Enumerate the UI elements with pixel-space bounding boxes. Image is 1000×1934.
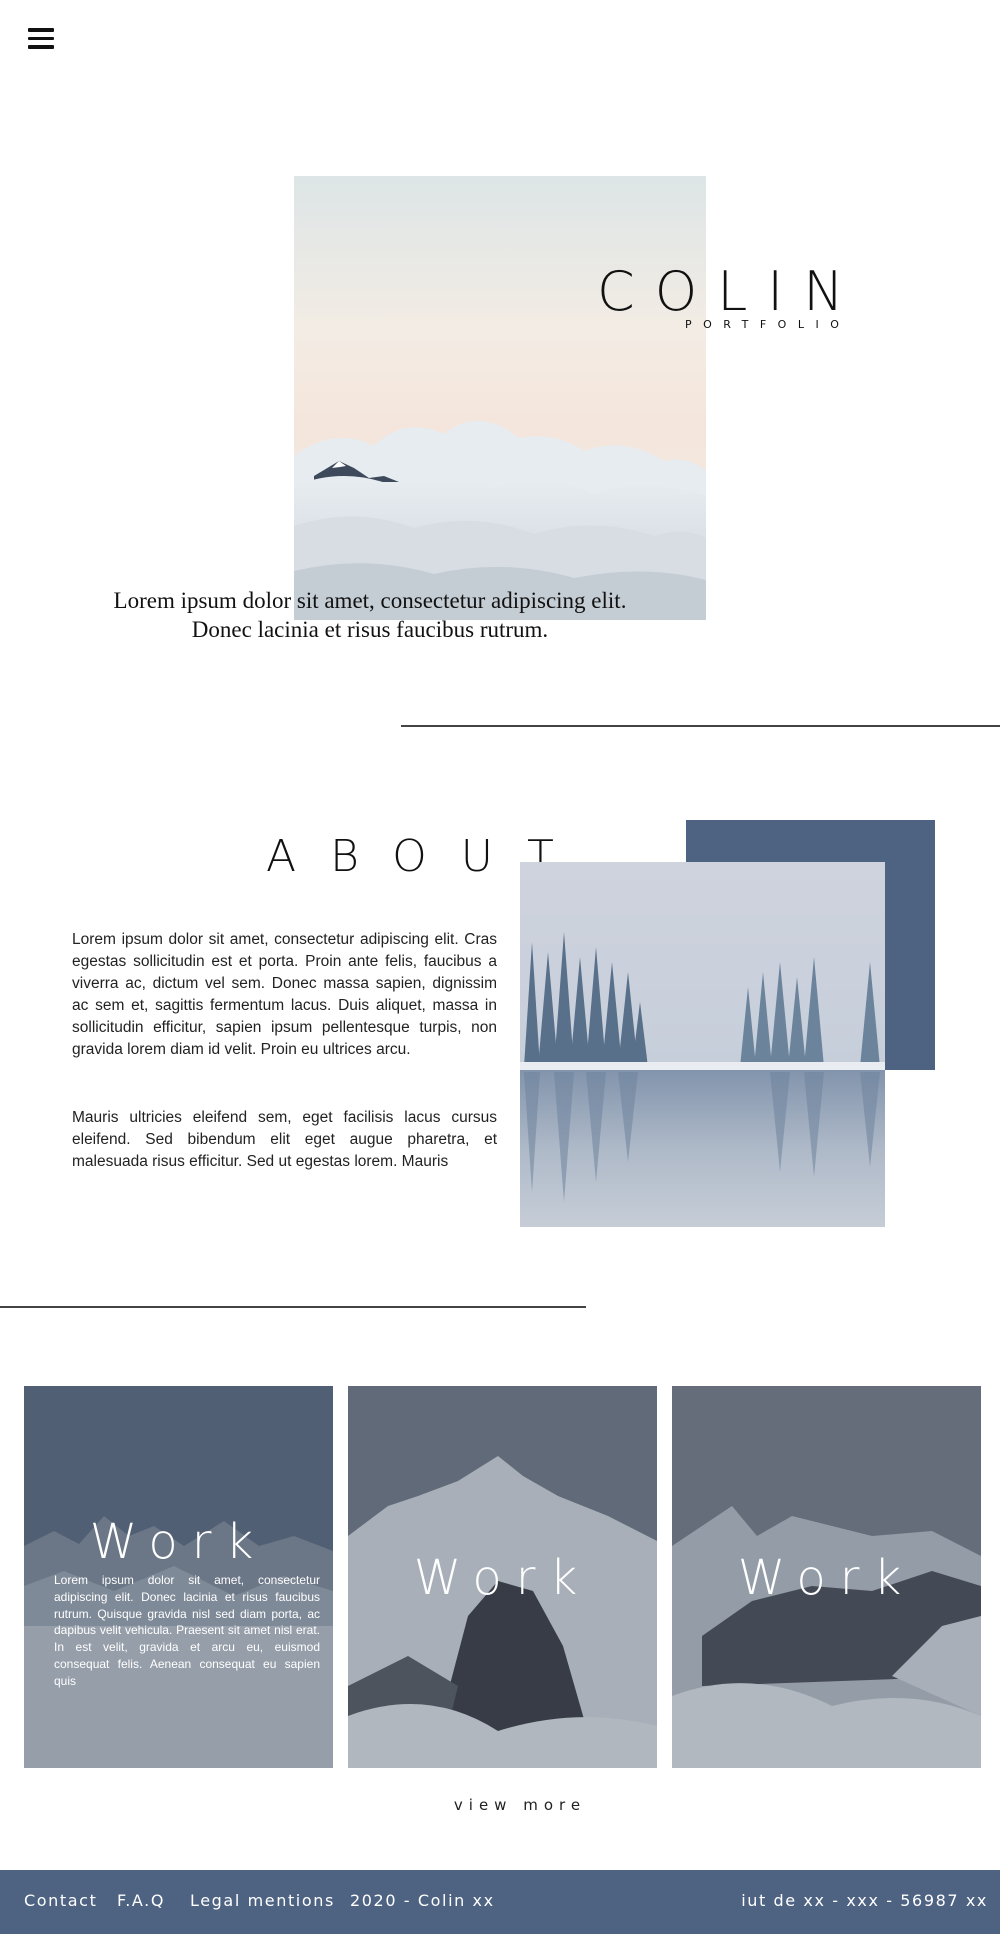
footer-link-legal-mentions[interactable]: Legal mentions xyxy=(190,1891,335,1910)
hero-quote-line2: Donec lacinia et risus faucibus rutrum. xyxy=(191,617,549,642)
about-paragraph-1: Lorem ipsum dolor sit amet, consectetur … xyxy=(72,931,497,1058)
brand-subtitle: PORTFOLIO xyxy=(685,318,851,331)
about-paragraph-2: Mauris ultricies eleifend sem, eget faci… xyxy=(72,1109,497,1170)
hero-quote-line1: Lorem ipsum dolor sit amet, consectetur … xyxy=(113,588,627,613)
footer-link-contact[interactable]: Contact xyxy=(24,1891,97,1910)
work-title: Work xyxy=(737,1550,916,1606)
divider xyxy=(401,725,1000,727)
work-card[interactable]: Work xyxy=(672,1386,981,1768)
divider xyxy=(0,1306,586,1308)
work-card[interactable]: Work Lorem ipsum dolor sit amet, consect… xyxy=(24,1386,333,1768)
footer-address: iut de xx - xxx - 56987 xx xyxy=(741,1891,988,1910)
hamburger-menu-icon[interactable] xyxy=(28,28,54,50)
about-image xyxy=(520,862,885,1227)
view-more-link[interactable]: view more xyxy=(0,1796,1000,1814)
work-title: Work xyxy=(413,1550,592,1606)
brand-title: COLIN xyxy=(597,260,864,323)
footer-link-faq[interactable]: F.A.Q xyxy=(117,1891,165,1910)
footer: Contact F.A.Q Legal mentions 2020 - Coli… xyxy=(0,1870,1000,1934)
work-card[interactable]: Work xyxy=(348,1386,657,1768)
hero-image xyxy=(294,176,706,620)
work-title: Work xyxy=(89,1514,268,1570)
work-description: Lorem ipsum dolor sit amet, consectetur … xyxy=(54,1573,320,1688)
footer-copyright: 2020 - Colin xx xyxy=(350,1891,495,1910)
hero-quote: Lorem ipsum dolor sit amet, consectetur … xyxy=(90,586,650,644)
